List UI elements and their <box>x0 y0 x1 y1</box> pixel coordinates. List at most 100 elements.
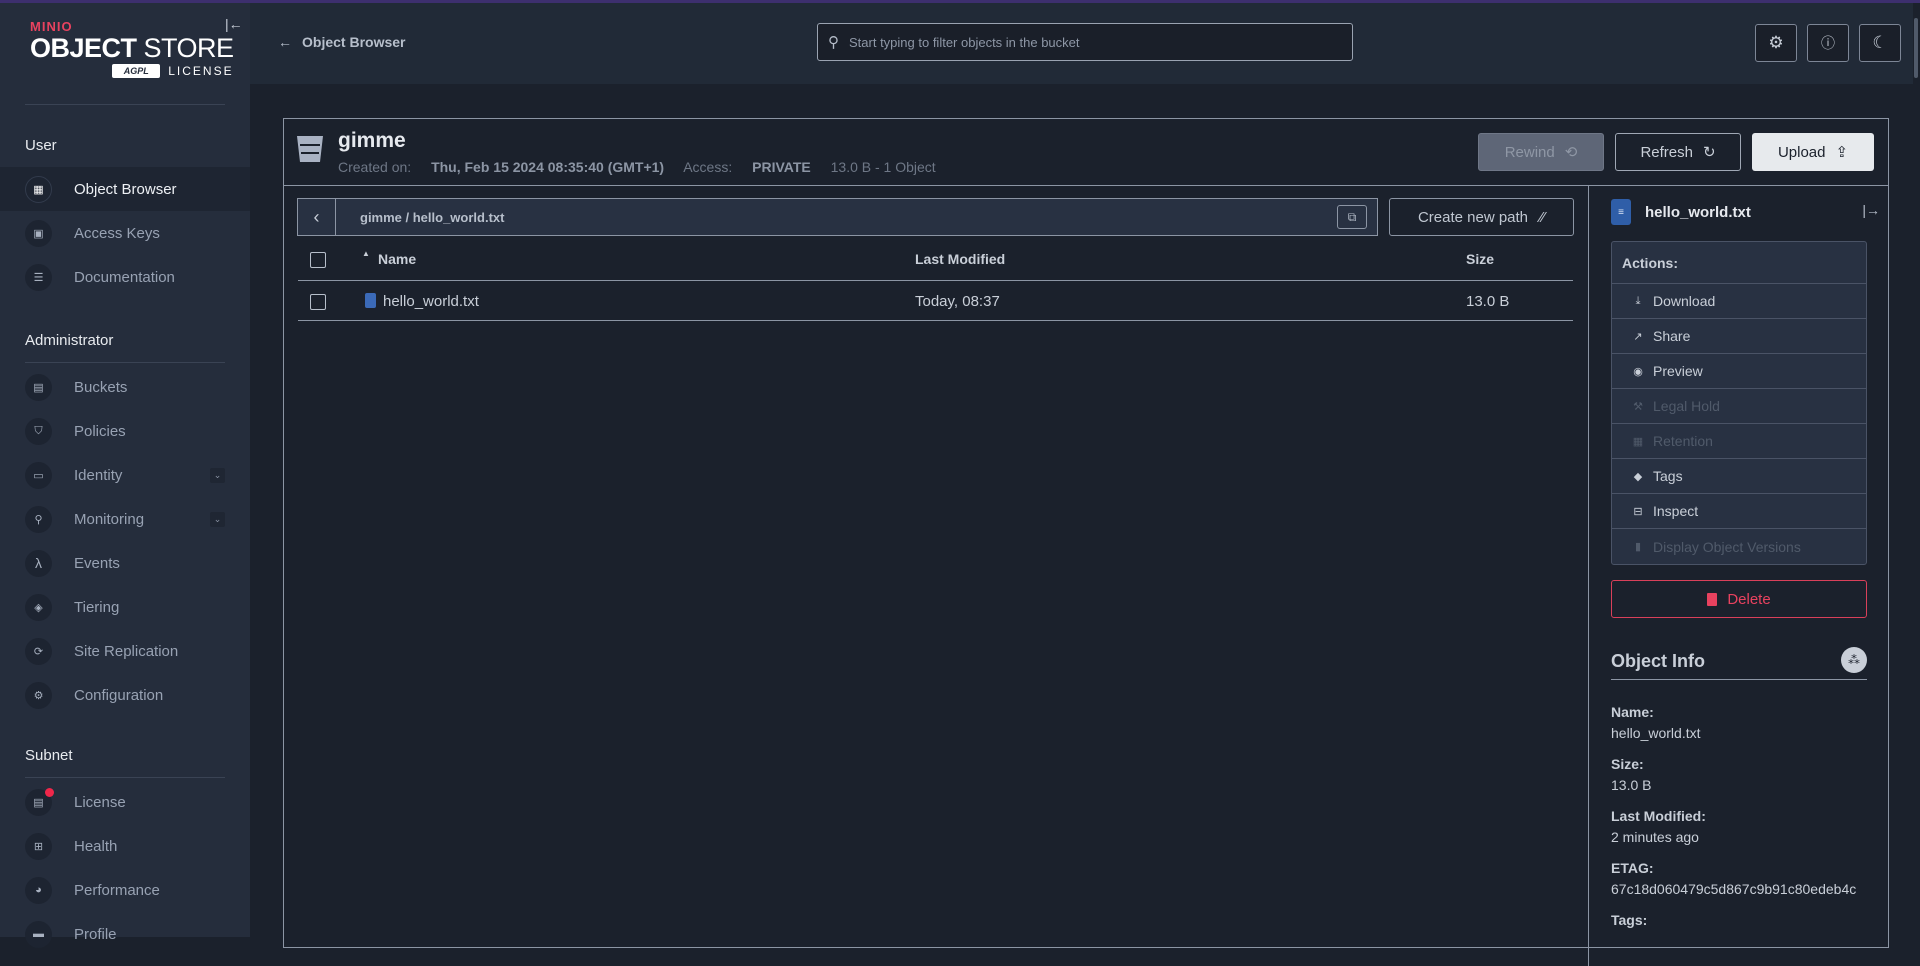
bucket-name: gimme <box>338 129 406 152</box>
sidebar-item-health[interactable]: ⊞ Health <box>0 824 250 868</box>
copy-path-button[interactable]: ⧉ <box>1337 205 1367 229</box>
rewind-button[interactable]: Rewind ⟲ <box>1478 133 1604 171</box>
detail-header: ≡ hello_world.txt <box>1611 199 1751 225</box>
action-inspect[interactable]: ⊟ Inspect <box>1612 494 1866 529</box>
gear-icon: ⚙ <box>1768 33 1784 52</box>
actions-title: Actions: <box>1612 242 1866 284</box>
scrollbar-thumb[interactable] <box>1914 18 1918 78</box>
sidebar-item-license[interactable]: ▤ License <box>0 780 250 824</box>
divider <box>25 104 225 105</box>
sidebar-item-identity[interactable]: ▭ Identity ⌄ <box>0 453 250 497</box>
divider <box>1611 679 1867 680</box>
object-name: hello_world.txt <box>383 293 479 310</box>
object-detail-panel: ≡ hello_world.txt |→ Actions: ⤓ Download ↗… <box>1588 186 1888 966</box>
new-path-icon: ⁄⁄ <box>1540 208 1546 226</box>
divider <box>25 362 225 363</box>
action-preview[interactable]: ◉ Preview <box>1612 354 1866 389</box>
column-last-modified[interactable]: Last Modified <box>915 251 1005 267</box>
gavel-icon: ⚒ <box>1633 400 1643 413</box>
bucket-summary: 13.0 B - 1 Object <box>830 159 936 175</box>
help-button[interactable]: ⓘ <box>1807 24 1849 62</box>
sidebar-item-performance[interactable]: ◕ Performance <box>0 868 250 912</box>
divider <box>25 777 225 778</box>
license-icon: ▤ <box>25 787 54 816</box>
profile-icon: ▬ <box>25 920 52 948</box>
download-icon: ⤓ <box>1635 294 1641 307</box>
metadata-icon[interactable]: ⁂ <box>1841 647 1867 673</box>
sort-ascending-icon: ▲ <box>362 249 370 258</box>
history-icon: ⟲ <box>1564 144 1578 161</box>
breadcrumb-path[interactable]: gimme / hello_world.txt <box>360 210 504 225</box>
info-etag: ETAG: 67c18d060479c5d867c9b91c80edeb4c <box>1611 860 1857 897</box>
delete-button[interactable]: Delete <box>1611 580 1867 618</box>
sidebar-item-access-keys[interactable]: ▣ Access Keys <box>0 211 250 255</box>
page-scrollbar[interactable] <box>1913 3 1920 937</box>
search-icon: ⚲ <box>828 34 839 51</box>
sidebar-item-buckets[interactable]: ▤ Buckets <box>0 365 250 409</box>
document-icon: ≡ <box>1611 199 1631 225</box>
moon-icon: ☾ <box>1872 33 1888 52</box>
sidebar: MINIO OBJECT STORE AGPL LICENSE |← User ▦… <box>0 3 250 948</box>
product-name: OBJECT STORE <box>30 33 234 63</box>
sidebar-item-profile[interactable]: ▬ Profile <box>0 912 250 956</box>
breadcrumb: ‹ gimme / hello_world.txt ⧉ <box>297 198 1378 236</box>
site-replication-icon: ⟳ <box>25 637 52 665</box>
column-name[interactable]: Name <box>378 251 416 267</box>
collapse-sidebar-icon[interactable]: |← <box>225 16 243 32</box>
create-new-path-button[interactable]: Create new path ⁄⁄ <box>1389 198 1574 236</box>
minio-logo: MINIO OBJECT STORE AGPL LICENSE <box>30 19 234 78</box>
share-icon: ↗ <box>1633 330 1643 343</box>
performance-icon: ◕ <box>25 876 52 904</box>
table-row[interactable]: hello_world.txt Today, 08:37 13.0 B <box>298 281 1573 321</box>
settings-button[interactable]: ⚙ <box>1755 24 1797 62</box>
object-browser-icon: ▦ <box>25 175 52 203</box>
info-last-modified: Last Modified: 2 minutes ago <box>1611 808 1706 845</box>
sidebar-item-documentation[interactable]: ☰ Documentation <box>0 255 250 299</box>
sidebar-item-object-browser[interactable]: ▦ Object Browser <box>0 167 250 211</box>
bucket-icon <box>297 136 323 162</box>
object-size: 13.0 B <box>1466 293 1510 310</box>
info-size: Size: 13.0 B <box>1611 756 1652 793</box>
object-info-title: Object Info <box>1611 651 1705 671</box>
objects-table: ▲ Name Last Modified Size hello_world.tx… <box>298 237 1573 321</box>
help-icon: ⓘ <box>1821 35 1835 51</box>
file-icon <box>365 293 376 308</box>
filter-objects-search[interactable]: ⚲ <box>817 23 1353 61</box>
action-download[interactable]: ⤓ Download <box>1612 284 1866 319</box>
bucket-meta: Created on: Thu, Feb 15 2024 08:35:40 (G… <box>338 159 936 175</box>
row-checkbox[interactable] <box>310 294 326 310</box>
minio-wordmark: MINIO <box>30 19 73 34</box>
select-all-checkbox[interactable] <box>310 252 326 268</box>
sidebar-item-monitoring[interactable]: ⚲ Monitoring ⌄ <box>0 497 250 541</box>
sidebar-item-configuration[interactable]: ⚙ Configuration <box>0 673 250 717</box>
close-panel-icon[interactable]: |→ <box>1862 202 1880 218</box>
action-tags[interactable]: ◆ Tags <box>1612 459 1866 494</box>
chevron-down-icon[interactable]: ⌄ <box>210 467 225 483</box>
agpl-logo: AGPL <box>112 64 161 78</box>
arrow-left-icon: ← <box>278 34 292 50</box>
access-keys-icon: ▣ <box>25 219 52 247</box>
refresh-button[interactable]: Refresh ↻ <box>1615 133 1741 171</box>
column-size[interactable]: Size <box>1466 251 1494 267</box>
identity-icon: ▭ <box>25 461 52 489</box>
versions-icon: ▮ <box>1634 541 1642 553</box>
sidebar-item-tiering[interactable]: ◈ Tiering <box>0 585 250 629</box>
object-modified: Today, 08:37 <box>915 293 1000 310</box>
theme-toggle-button[interactable]: ☾ <box>1859 24 1901 62</box>
created-date: Thu, Feb 15 2024 08:35:40 (GMT+1) <box>431 159 665 175</box>
monitoring-icon: ⚲ <box>25 505 52 533</box>
bucket-icon: ▤ <box>25 373 52 401</box>
sidebar-item-policies[interactable]: ⛉ Policies <box>0 409 250 453</box>
refresh-icon: ↻ <box>1702 144 1716 161</box>
action-share[interactable]: ↗ Share <box>1612 319 1866 354</box>
back-to-object-browser[interactable]: ← Object Browser <box>278 34 405 50</box>
sidebar-item-site-replication[interactable]: ⟳ Site Replication <box>0 629 250 673</box>
upload-button[interactable]: Upload ⇪ <box>1752 133 1874 171</box>
action-retention: ▦ Retention <box>1612 424 1866 459</box>
breadcrumb-back-button[interactable]: ‹ <box>298 199 336 235</box>
search-input[interactable] <box>849 34 1329 50</box>
calendar-icon: ▦ <box>1632 435 1644 448</box>
chevron-down-icon[interactable]: ⌄ <box>210 511 225 527</box>
sidebar-item-events[interactable]: λ Events <box>0 541 250 585</box>
lambda-icon: λ <box>25 549 52 577</box>
